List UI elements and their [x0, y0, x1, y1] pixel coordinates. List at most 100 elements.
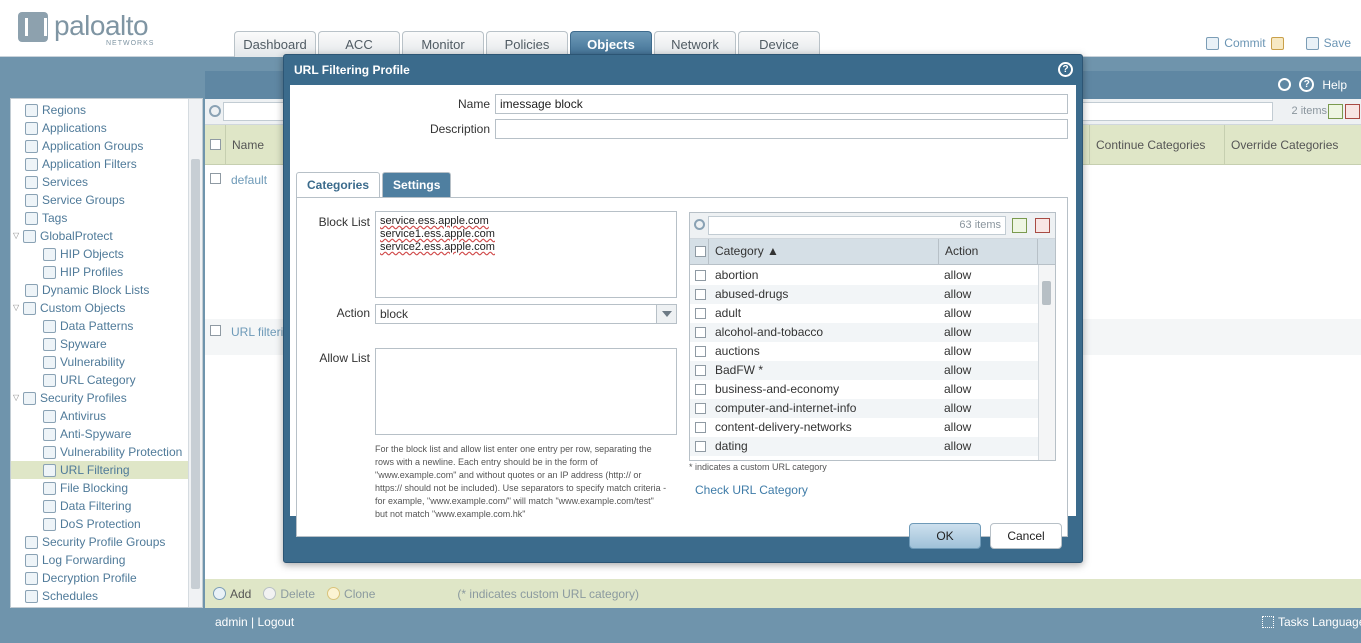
help-icon[interactable]: ? [1299, 77, 1315, 92]
table-row[interactable]: auctions allow [690, 342, 1040, 361]
refresh-icon[interactable] [1278, 78, 1292, 91]
category-checkbox[interactable] [695, 308, 706, 319]
logout-link[interactable]: Logout [257, 615, 294, 629]
tree-item[interactable]: Tags [11, 209, 189, 227]
tree-item[interactable]: Schedules [11, 587, 189, 605]
category-checkbox[interactable] [695, 270, 706, 281]
tree-item[interactable]: ▽ GlobalProtect [11, 227, 189, 245]
table-row[interactable]: BadFW * allow [690, 361, 1040, 380]
select-all-categories-checkbox[interactable] [695, 246, 706, 257]
tree-item[interactable]: ▽ Custom Objects [11, 299, 189, 317]
tree-item[interactable]: Services [11, 173, 189, 191]
clear-filter-icon[interactable] [1345, 104, 1360, 119]
category-action[interactable]: allow [944, 266, 971, 285]
clone-button[interactable]: Clone [327, 587, 375, 601]
tree-item[interactable]: HIP Objects [11, 245, 189, 263]
category-action[interactable]: allow [944, 399, 971, 418]
tree-item[interactable]: Service Groups [11, 191, 189, 209]
tree-item[interactable]: Antivirus [11, 407, 189, 425]
tree-item[interactable]: Security Profile Groups [11, 533, 189, 551]
row-checkbox[interactable] [210, 325, 221, 336]
tree-scrollbar[interactable] [188, 99, 202, 607]
category-action[interactable]: allow [944, 437, 971, 456]
category-checkbox[interactable] [695, 422, 706, 433]
col-action[interactable]: Action [938, 239, 1038, 264]
delete-button[interactable]: Delete [263, 587, 315, 601]
tasks-button[interactable]: Tasks [1262, 615, 1309, 629]
category-checkbox[interactable] [695, 441, 706, 452]
tree-item[interactable]: Vulnerability [11, 353, 189, 371]
language-link[interactable]: Language [1312, 615, 1361, 629]
check-url-category-link[interactable]: Check URL Category [695, 483, 808, 497]
tree-item[interactable]: URL Category [11, 371, 189, 389]
tree-item[interactable]: Regions [11, 101, 189, 119]
category-scrollbar[interactable] [1038, 265, 1055, 460]
expand-toggle-icon[interactable]: ▽ [13, 389, 23, 407]
tree-scroll-thumb[interactable] [191, 159, 200, 589]
allow-list-textarea[interactable] [375, 348, 677, 435]
category-checkbox[interactable] [695, 327, 706, 338]
chevron-down-icon[interactable] [656, 305, 676, 323]
lock-icon[interactable] [1270, 36, 1284, 50]
table-row[interactable]: alcohol-and-tobacco allow [690, 323, 1040, 342]
category-checkbox[interactable] [695, 289, 706, 300]
tree-item[interactable]: File Blocking [11, 479, 189, 497]
tree-item[interactable]: Data Filtering [11, 497, 189, 515]
table-row[interactable]: adult allow [690, 304, 1040, 323]
dialog-help-icon[interactable]: ? [1058, 62, 1073, 77]
cancel-button[interactable]: Cancel [990, 523, 1062, 549]
category-scroll-thumb[interactable] [1042, 281, 1051, 305]
tree-item[interactable]: Application Groups [11, 137, 189, 155]
col-continue-categories[interactable]: Continue Categories [1089, 125, 1223, 165]
select-all-checkbox[interactable] [210, 139, 221, 150]
table-row[interactable]: content-delivery-networks allow [690, 418, 1040, 437]
row-name-link[interactable]: URL filterin [231, 325, 290, 339]
category-action[interactable]: allow [944, 361, 971, 380]
apply-filter-icon[interactable] [1328, 104, 1343, 119]
tree-item[interactable]: Data Patterns [11, 317, 189, 335]
expand-toggle-icon[interactable]: ▽ [13, 227, 23, 245]
col-category[interactable]: Category ▲ [708, 239, 938, 264]
category-checkbox[interactable] [695, 346, 706, 357]
category-action[interactable]: allow [944, 380, 971, 399]
tree-item[interactable]: Application Filters [11, 155, 189, 173]
description-input[interactable] [495, 119, 1068, 139]
category-checkbox[interactable] [695, 403, 706, 414]
apply-filter-icon[interactable] [1012, 218, 1027, 233]
tab-settings[interactable]: Settings [382, 172, 452, 197]
row-checkbox[interactable] [210, 173, 221, 184]
add-button[interactable]: Add [213, 587, 251, 601]
table-row[interactable]: computer-and-internet-info allow [690, 399, 1040, 418]
table-row[interactable]: abused-drugs allow [690, 285, 1040, 304]
help-link[interactable]: Help [1322, 78, 1347, 92]
tree-item[interactable]: Spyware [11, 335, 189, 353]
tree-item[interactable]: URL Filtering [11, 461, 189, 479]
category-search-input[interactable]: 63 items [708, 216, 1006, 235]
tree-item[interactable]: Dynamic Block Lists [11, 281, 189, 299]
category-action[interactable]: allow [944, 323, 971, 342]
tree-item[interactable]: Applications [11, 119, 189, 137]
tab-categories[interactable]: Categories [296, 172, 381, 197]
category-action[interactable]: allow [944, 418, 971, 437]
tree-item[interactable]: ▽ Security Profiles [11, 389, 189, 407]
name-input[interactable]: imessage block [495, 94, 1068, 114]
table-row[interactable]: business-and-economy allow [690, 380, 1040, 399]
table-row[interactable]: abortion allow [690, 266, 1040, 285]
tree-item[interactable]: Decryption Profile [11, 569, 189, 587]
expand-toggle-icon[interactable]: ▽ [13, 299, 23, 317]
tree-item[interactable]: DoS Protection [11, 515, 189, 533]
col-override-categories[interactable]: Override Categories [1224, 125, 1361, 165]
tree-item[interactable]: Anti-Spyware [11, 425, 189, 443]
clear-filter-icon[interactable] [1035, 218, 1050, 233]
category-checkbox[interactable] [695, 365, 706, 376]
category-action[interactable]: allow [944, 342, 971, 361]
category-checkbox[interactable] [695, 384, 706, 395]
save-button[interactable]: Save [1305, 36, 1351, 50]
table-row[interactable]: dating allow [690, 437, 1040, 456]
row-name-link[interactable]: default [231, 173, 267, 187]
action-select[interactable]: block [375, 304, 677, 324]
ok-button[interactable]: OK [909, 523, 981, 549]
category-action[interactable]: allow [944, 285, 971, 304]
tree-item[interactable]: HIP Profiles [11, 263, 189, 281]
commit-button[interactable]: Commit [1206, 36, 1284, 50]
